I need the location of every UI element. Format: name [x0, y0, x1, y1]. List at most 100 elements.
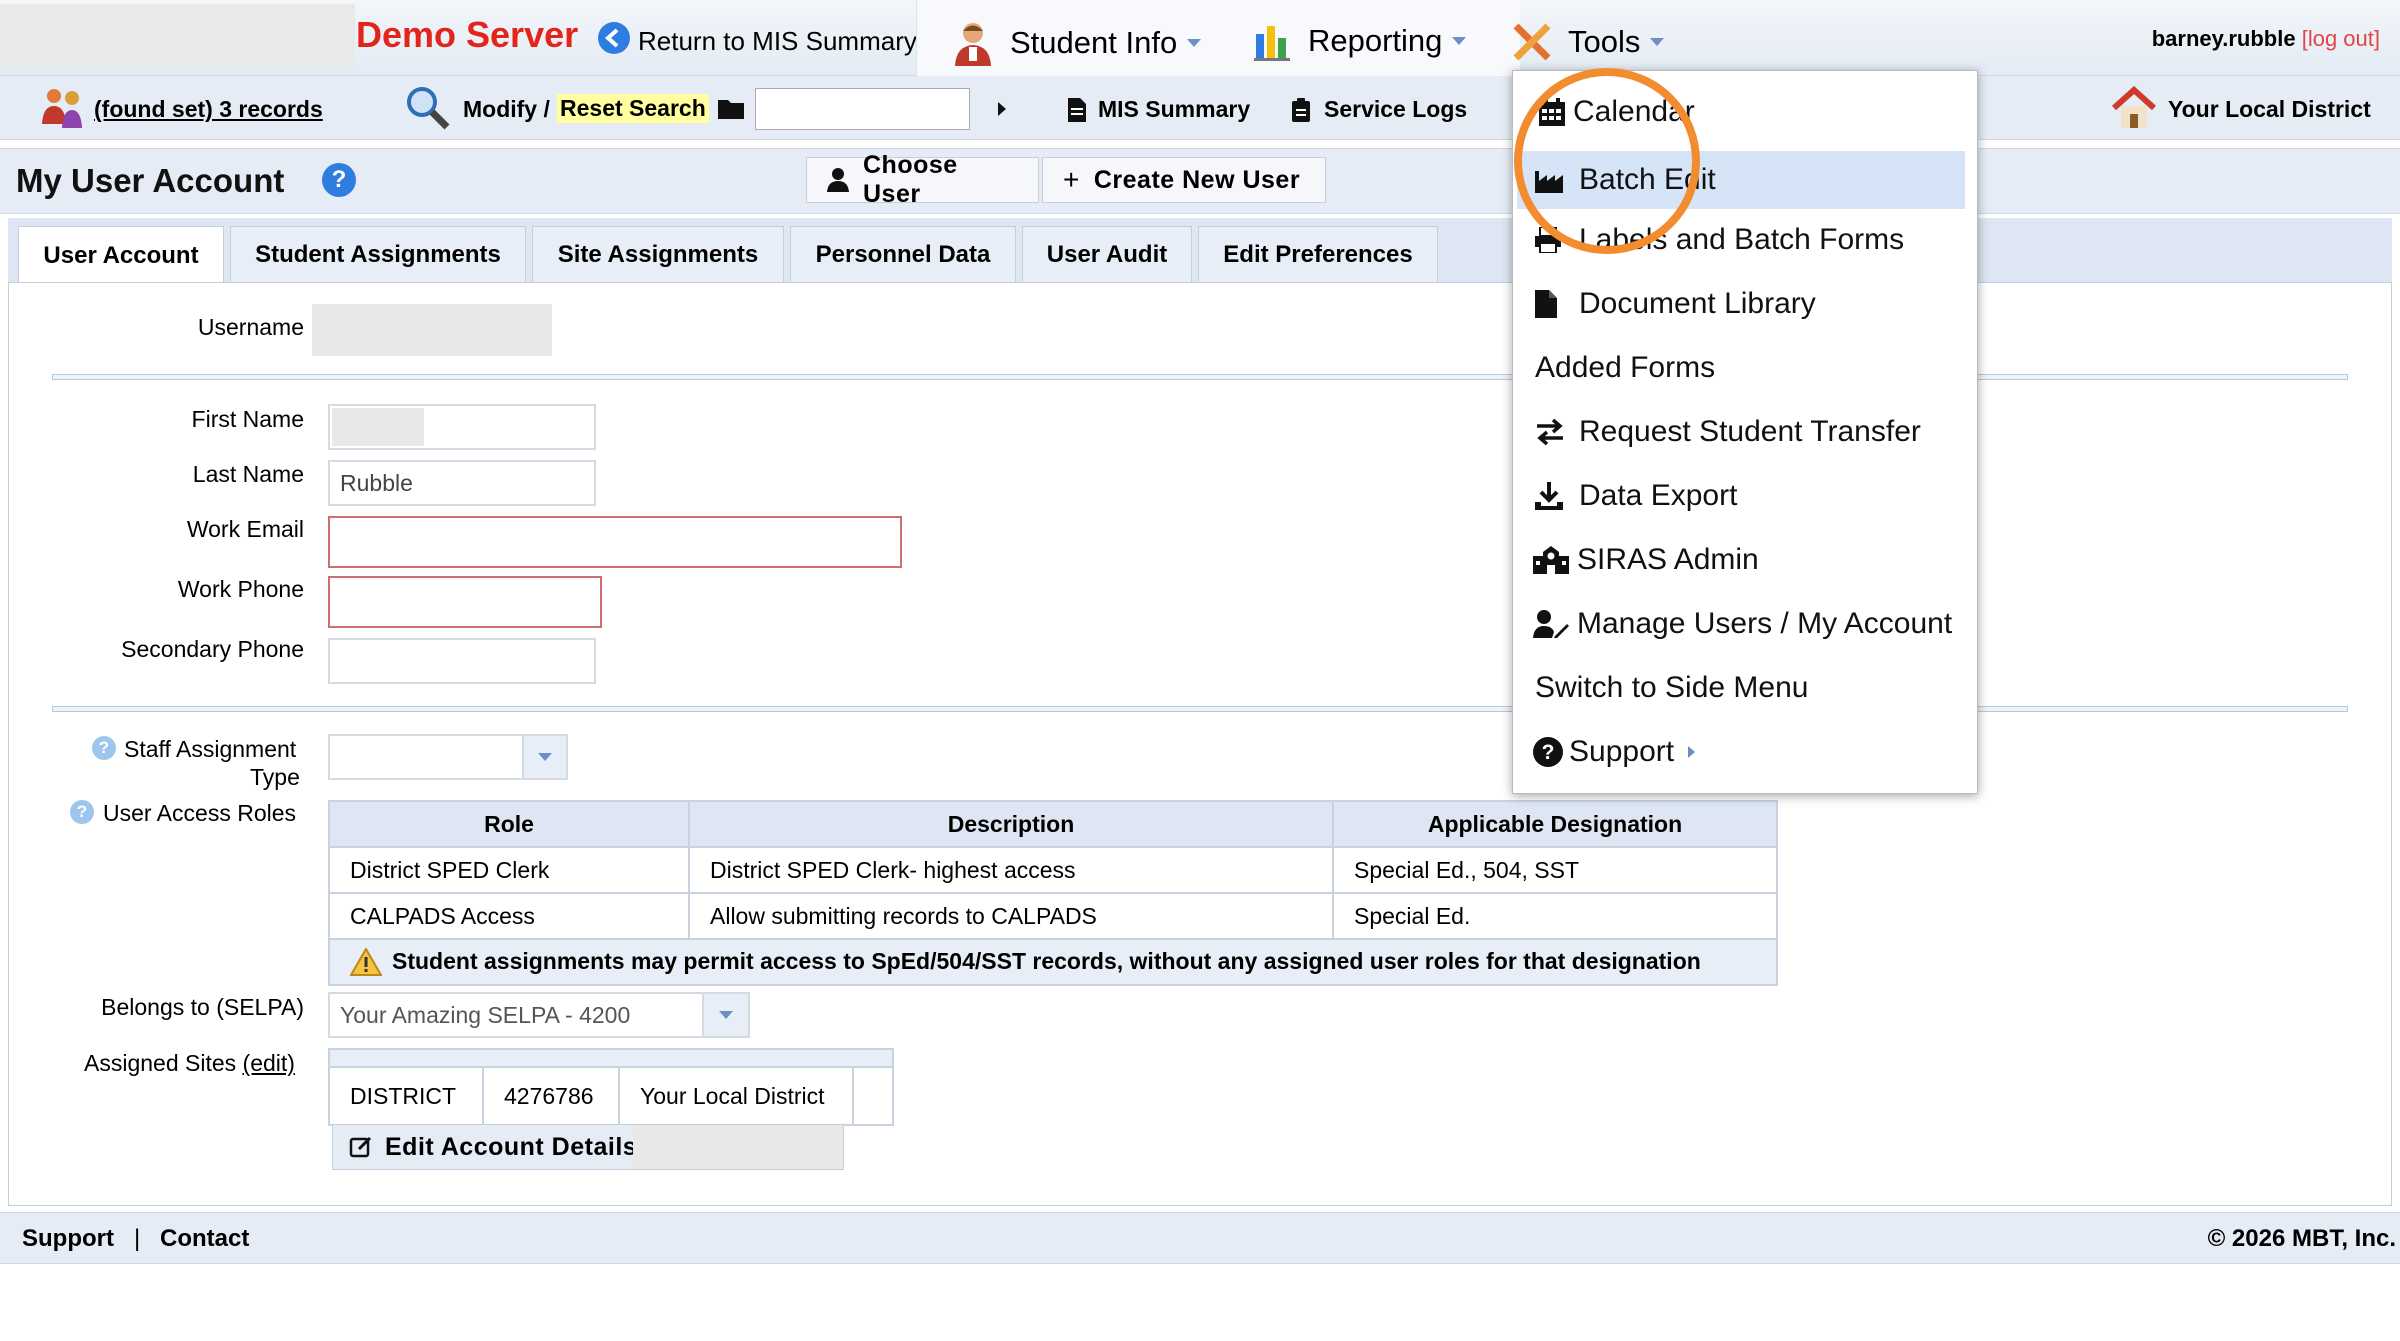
secondary-phone-field[interactable] [328, 638, 596, 684]
divider [52, 374, 2348, 380]
reporting-icon [1252, 20, 1294, 62]
return-to-mis-link[interactable]: Return to MIS Summary [638, 26, 917, 57]
edit-account-details-button[interactable]: Edit Account Details [332, 1124, 844, 1170]
sites-table: DISTRICT 4276786 Your Local District [328, 1066, 894, 1126]
menu-item-request-student-transfer[interactable]: Request Student Transfer [1513, 407, 1979, 457]
tab-user-account[interactable]: User Account [18, 226, 224, 284]
assigned-sites-edit-link[interactable]: (edit) [243, 1050, 295, 1076]
menu-item-document-library[interactable]: Document Library [1513, 279, 1979, 329]
menu-item-label: Data Export [1579, 479, 1738, 512]
user-info: barney.rubble [log out] [2152, 26, 2380, 52]
menu-item-data-export[interactable]: Data Export [1513, 471, 1979, 521]
student-icon [950, 20, 996, 66]
menu-item-label: Support [1569, 735, 1675, 768]
menu-item-label: Request Student Transfer [1579, 415, 1921, 448]
menu-tools[interactable]: Tools [1510, 20, 1665, 64]
magnifier-icon [404, 84, 452, 132]
tools-icon [1510, 20, 1554, 64]
plus-icon: + [1063, 164, 1080, 195]
staff-assignment-select[interactable] [328, 734, 568, 780]
user-icon [827, 168, 849, 192]
chevron-down-icon [1452, 37, 1467, 45]
edit-account-details-label: Edit Account Details [385, 1132, 638, 1161]
tab-personnel-data[interactable]: Personnel Data [790, 226, 1016, 282]
menu-item-support[interactable]: ? Support [1513, 727, 1979, 777]
table-cell: 4276786 [482, 1066, 620, 1126]
tab-edit-preferences[interactable]: Edit Preferences [1198, 226, 1438, 282]
last-name-label: Last Name [192, 461, 304, 487]
menu-item-siras-admin[interactable]: SIRAS Admin [1513, 535, 1979, 585]
table-cell: DISTRICT [328, 1066, 484, 1126]
table-cell: CALPADS Access [328, 892, 690, 940]
staff-assignment-label-1: Staff Assignment [124, 736, 297, 762]
svg-text:?: ? [1542, 741, 1555, 764]
staff-assignment-label-2: Type [250, 764, 300, 790]
work-email-field[interactable] [328, 516, 902, 568]
create-new-user-button[interactable]: + Create New User [1042, 157, 1326, 203]
table-cell: Special Ed. [1332, 892, 1778, 940]
username-label: Username [197, 314, 304, 340]
go-arrow-icon[interactable] [988, 96, 1016, 122]
file-icon [1068, 98, 1086, 122]
logo-placeholder [0, 4, 355, 66]
menu-item-switch-side-menu[interactable]: Switch to Side Menu [1513, 663, 1979, 713]
chevron-down-icon[interactable] [522, 736, 566, 778]
first-name-label: First Name [191, 406, 304, 432]
choose-user-label: Choose User [863, 151, 958, 208]
table-header-row: Role Description Applicable Designation [328, 800, 1778, 848]
warning-text: Student assignments may permit access to… [392, 947, 1701, 974]
table-row: District SPED Clerk District SPED Clerk-… [328, 846, 1778, 894]
tab-site-assignments[interactable]: Site Assignments [532, 226, 784, 282]
service-logs-link[interactable]: Service Logs [1324, 96, 1467, 123]
menu-student-info[interactable]: Student Info [950, 20, 1202, 66]
column-header: Role [328, 800, 690, 848]
user-access-roles-help-icon[interactable]: ? [70, 800, 94, 824]
mis-summary-link[interactable]: MIS Summary [1098, 96, 1250, 123]
username-value [312, 304, 552, 356]
group-icon [40, 84, 88, 132]
secondary-phone-label: Secondary Phone [121, 636, 304, 662]
menu-reporting[interactable]: Reporting [1252, 20, 1467, 62]
folder-icon[interactable] [718, 97, 744, 119]
document-icon [1535, 290, 1569, 318]
chevron-down-icon[interactable] [702, 994, 748, 1036]
menu-item-label: Added Forms [1535, 351, 1716, 384]
menu-item-manage-users[interactable]: Manage Users / My Account [1513, 599, 1979, 649]
found-set-link[interactable]: (found set) 3 records [94, 96, 323, 123]
roles-table: Role Description Applicable Designation … [328, 800, 1778, 986]
reset-search-link[interactable]: Reset Search [557, 94, 709, 123]
tab-student-assignments[interactable]: Student Assignments [230, 226, 526, 282]
highlight-circle [1514, 68, 1700, 254]
user-edit-icon [1533, 610, 1571, 638]
tab-user-audit[interactable]: User Audit [1022, 226, 1192, 282]
assigned-sites-label: Assigned Sites (edit) [84, 1050, 295, 1077]
menu-item-added-forms[interactable]: Added Forms [1513, 343, 1979, 393]
district-house-icon [2112, 86, 2156, 130]
menu-item-label: Manage Users / My Account [1577, 607, 1953, 640]
choose-user-button[interactable]: Choose User [806, 151, 1039, 208]
footer-contact-link[interactable]: Contact [160, 1225, 249, 1253]
work-email-label: Work Email [186, 516, 304, 542]
school-icon [1533, 546, 1571, 574]
work-phone-field[interactable] [328, 576, 602, 628]
search-input[interactable] [755, 88, 970, 130]
assigned-sites-text: Assigned Sites [84, 1050, 237, 1076]
table-cell: District SPED Clerk [328, 846, 690, 894]
last-name-field[interactable]: Rubble [328, 460, 596, 506]
menu-item-label: Document Library [1579, 287, 1816, 320]
help-icon[interactable]: ? [322, 163, 356, 197]
page-title: My User Account [16, 162, 285, 199]
staff-assignment-help-icon[interactable]: ? [92, 736, 116, 760]
modify-link[interactable]: Modify / [463, 96, 550, 123]
work-phone-label: Work Phone [177, 576, 304, 602]
chevron-down-icon [1650, 38, 1665, 46]
footer [0, 1212, 2400, 1264]
logout-link[interactable]: [log out] [2302, 26, 2380, 51]
chevron-down-icon [1187, 39, 1202, 47]
server-name: Demo Server [356, 14, 579, 55]
first-name-field[interactable] [328, 404, 596, 450]
selpa-select[interactable]: Your Amazing SELPA - 4200 [328, 992, 750, 1038]
return-arrow-icon[interactable] [597, 21, 631, 55]
footer-support-link[interactable]: Support [22, 1225, 114, 1253]
download-icon [1535, 482, 1569, 510]
